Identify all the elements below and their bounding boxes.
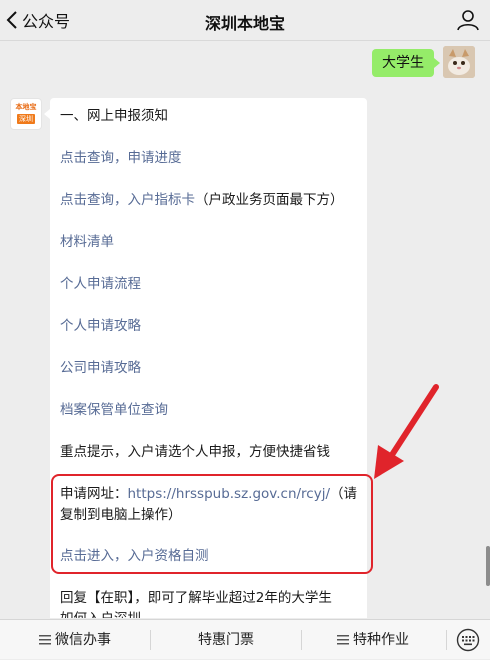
- red-arrow-annotation: [374, 384, 439, 479]
- highlight-annotation-box: [51, 474, 373, 574]
- page-title: 深圳本地宝: [204, 14, 285, 33]
- link-company-guide[interactable]: 公司申请攻略: [60, 359, 141, 377]
- profile-icon[interactable]: [456, 8, 480, 32]
- menu-list-icon: [337, 635, 349, 645]
- link-row-quota-card: 点击查询，入户指标卡（户政业务页面最下方）: [60, 191, 344, 209]
- user-message-bubble: 大学生: [372, 49, 440, 77]
- cat-avatar-icon: [443, 46, 475, 78]
- link-personal-guide[interactable]: 个人申请攻略: [60, 317, 141, 335]
- menu-wechat-services[interactable]: 微信办事: [0, 620, 150, 660]
- menu-label: 特种作业: [353, 632, 409, 648]
- top-bar: 公众号 深圳本地宝: [0, 0, 490, 41]
- menu-special-operations[interactable]: 特种作业: [302, 620, 444, 660]
- link-archive-query[interactable]: 档案保管单位查询: [60, 401, 168, 419]
- menu-label: 微信办事: [55, 632, 111, 648]
- keyboard-icon[interactable]: [456, 628, 480, 652]
- reply-hint-cont: 如何入户深圳: [60, 610, 141, 618]
- avatar-logo-text: 本地宝: [15, 103, 37, 111]
- link-materials-list[interactable]: 材料清单: [60, 233, 114, 251]
- scrollbar-thumb[interactable]: [486, 546, 490, 586]
- reply-hint: 回复【在职】，即可了解毕业超过2年的大学生: [60, 590, 332, 606]
- chat-area[interactable]: 大学生 本地宝 深圳 一、网上申报须知 点击查询，申请进度 点击查询，入户指标卡…: [0, 41, 490, 618]
- account-avatar[interactable]: 本地宝 深圳: [10, 98, 42, 130]
- key-tip: 重点提示，入户请选个人申报，方便快捷省钱: [60, 444, 330, 460]
- user-avatar[interactable]: [443, 46, 475, 78]
- menu-discount-tickets[interactable]: 特惠门票: [151, 620, 301, 660]
- link-check-progress[interactable]: 点击查询，申请进度: [60, 149, 182, 167]
- section-heading: 一、网上申报须知: [60, 108, 168, 124]
- avatar-city-tag: 深圳: [17, 114, 35, 124]
- bottom-menu-bar: 微信办事 特惠门票 特种作业: [0, 619, 490, 659]
- link-personal-process[interactable]: 个人申请流程: [60, 275, 141, 293]
- menu-label: 特惠门票: [198, 632, 254, 648]
- menu-list-icon: [39, 635, 51, 645]
- menu-divider: [446, 630, 447, 650]
- link-quota-card[interactable]: 点击查询，入户指标卡: [60, 192, 195, 208]
- quota-card-note: （户政业务页面最下方）: [195, 192, 344, 208]
